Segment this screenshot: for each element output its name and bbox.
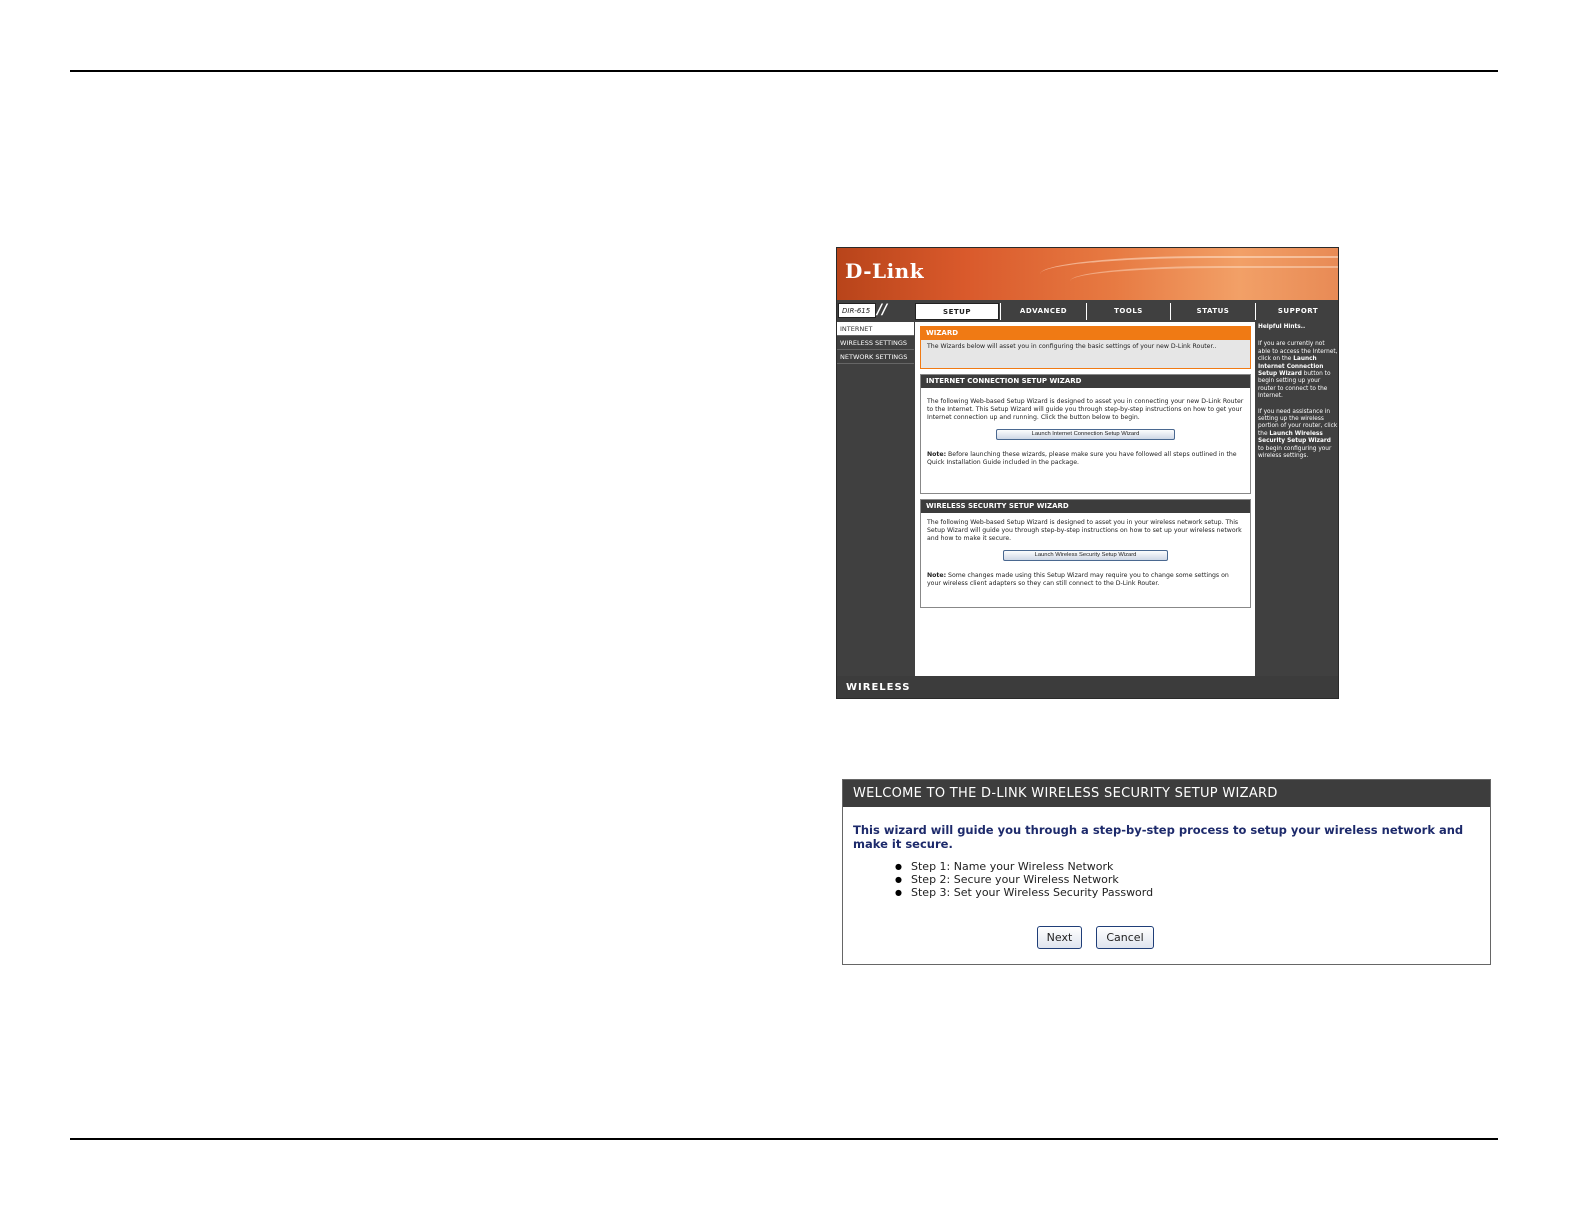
list-item: Step 2: Secure your Wireless Network	[895, 873, 1153, 886]
wizard-box-text: The Wizards below will asset you in conf…	[921, 340, 1250, 354]
top-nav: DIR-615 // SETUP ADVANCED TOOLS STATUS S…	[837, 302, 1338, 321]
hint-wireless: If you need assistance in setting up the…	[1258, 408, 1338, 460]
next-button[interactable]: Next	[1037, 926, 1082, 949]
sidebar-item-network-settings[interactable]: NETWORK SETTINGS	[837, 350, 914, 364]
banner-swoosh-2	[1070, 266, 1338, 296]
sidebar: INTERNET WIRELESS SETTINGS NETWORK SETTI…	[837, 322, 914, 676]
hints-title: Helpful Hints..	[1258, 324, 1306, 330]
sidebar-item-wireless-settings[interactable]: WIRELESS SETTINGS	[837, 336, 914, 350]
wireless-wizard-text: The following Web-based Setup Wizard is …	[927, 519, 1242, 542]
wizard-box-title: WIZARD	[921, 327, 1250, 340]
list-item: Step 3: Set your Wireless Security Passw…	[895, 886, 1153, 899]
internet-wizard-title: INTERNET CONNECTION SETUP WIZARD	[921, 375, 1250, 388]
wireless-security-wizard-dialog: WELCOME TO THE D-LINK WIRELESS SECURITY …	[842, 779, 1491, 965]
wireless-wizard-box: WIRELESS SECURITY SETUP WIZARD The follo…	[920, 499, 1251, 608]
wireless-wizard-note: Note: Some changes made using this Setup…	[921, 563, 1250, 591]
tab-tools[interactable]: TOOLS	[1086, 303, 1170, 320]
footer-wireless-label: WIRELESS	[846, 682, 911, 693]
list-item: Step 1: Name your Wireless Network	[895, 860, 1153, 873]
bottom-rule	[70, 1138, 1498, 1140]
router-footer: WIRELESS	[837, 676, 1338, 698]
note-label: Note:	[927, 572, 947, 579]
sidebar-item-internet[interactable]: INTERNET	[837, 322, 914, 336]
tab-support[interactable]: SUPPORT	[1255, 303, 1338, 320]
wizard-intro-text: This wizard will guide you through a ste…	[853, 823, 1464, 851]
slashes-icon: //	[877, 302, 888, 318]
wizard-steps-list: Step 1: Name your Wireless Network Step …	[895, 860, 1153, 899]
internet-wizard-text: The following Web-based Setup Wizard is …	[927, 398, 1244, 421]
router-admin-screenshot: D-Link DIR-615 // SETUP ADVANCED TOOLS S…	[836, 247, 1339, 699]
tab-status[interactable]: STATUS	[1170, 303, 1255, 320]
helpful-hints-panel: Helpful Hints.. If you are currently not…	[1256, 322, 1338, 676]
tab-advanced[interactable]: ADVANCED	[1000, 303, 1086, 320]
main-content: WIZARD The Wizards below will asset you …	[915, 322, 1255, 676]
note-text: Before launching these wizards, please m…	[927, 451, 1237, 466]
hint-internet: If you are currently not able to access …	[1258, 341, 1338, 400]
note-label: Note:	[927, 451, 947, 458]
launch-internet-wizard-button[interactable]: Launch Internet Connection Setup Wizard	[996, 429, 1175, 440]
top-rule	[70, 70, 1498, 72]
wizard-box: WIZARD The Wizards below will asset you …	[920, 326, 1251, 369]
launch-wireless-wizard-button[interactable]: Launch Wireless Security Setup Wizard	[1003, 550, 1168, 561]
tab-setup[interactable]: SETUP	[915, 303, 999, 320]
internet-wizard-note: Note: Before launching these wizards, pl…	[921, 442, 1250, 470]
model-label: DIR-615	[838, 303, 876, 318]
cancel-button[interactable]: Cancel	[1096, 926, 1154, 949]
dlink-logo: D-Link	[845, 259, 925, 283]
dlink-banner: D-Link	[837, 248, 1338, 300]
wireless-wizard-title: WIRELESS SECURITY SETUP WIZARD	[921, 500, 1250, 513]
wizard-dialog-title: WELCOME TO THE D-LINK WIRELESS SECURITY …	[843, 780, 1490, 807]
internet-wizard-box: INTERNET CONNECTION SETUP WIZARD The fol…	[920, 374, 1251, 494]
note-text: Some changes made using this Setup Wizar…	[927, 572, 1229, 587]
